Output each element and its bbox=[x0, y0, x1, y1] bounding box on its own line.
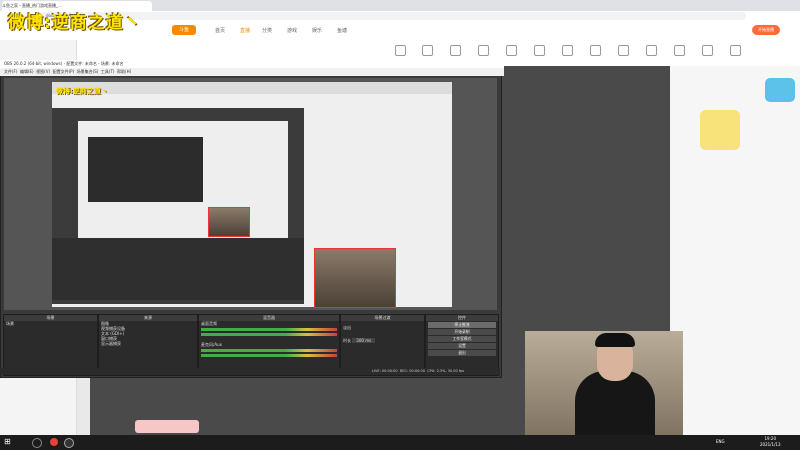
promo-badge[interactable] bbox=[765, 78, 795, 102]
start-recording-button[interactable]: 开始录制 bbox=[428, 329, 496, 335]
menu-item-tools[interactable]: 工具(T) bbox=[101, 69, 115, 74]
streamer-hair bbox=[595, 333, 635, 347]
category-icon[interactable] bbox=[618, 45, 629, 56]
system-clock[interactable]: 19:20 2021/1/13 bbox=[760, 436, 781, 448]
nav-link[interactable]: 娱乐 bbox=[312, 27, 322, 34]
language-indicator[interactable]: ENG bbox=[716, 439, 725, 444]
category-icon[interactable] bbox=[450, 45, 461, 56]
category-icon[interactable] bbox=[730, 45, 741, 56]
menu-item-help[interactable]: 帮助(H) bbox=[117, 69, 131, 74]
recursive-browser-header bbox=[52, 82, 452, 94]
scene-item[interactable]: 场景 bbox=[4, 321, 97, 326]
mixer-channel-label: 桌面音频 bbox=[201, 321, 217, 326]
scenes-dock: 场景 场景 bbox=[3, 314, 98, 376]
settings-button[interactable]: 设置 bbox=[428, 343, 496, 349]
mixer-meter bbox=[201, 333, 337, 336]
inner-weibo-overlay: 微博:逆商之道丶 bbox=[56, 87, 108, 95]
nav-link[interactable]: 首页 bbox=[215, 27, 225, 34]
rec-timer: REC: 00:00:00 bbox=[399, 369, 425, 373]
mascot-image bbox=[700, 110, 740, 150]
controls-header: 控件 bbox=[426, 315, 498, 321]
transitions-dock: 场景过渡 淡出 时长 300 ms bbox=[340, 314, 425, 376]
mixer-channel-label: 麦克风/Aux bbox=[201, 342, 222, 347]
source-item[interactable]: 显示器捕获 bbox=[99, 341, 197, 346]
exit-button[interactable]: 退出 bbox=[428, 350, 496, 356]
clock-date: 2021/1/13 bbox=[760, 442, 781, 447]
menu-item-scene-collection[interactable]: 场景集合(S) bbox=[77, 69, 99, 74]
windows-taskbar bbox=[0, 435, 800, 450]
live-timer: LIVE: 00:00:00 bbox=[372, 369, 398, 373]
category-icon[interactable] bbox=[646, 45, 657, 56]
obs-title-bar: OBS 26.0.2 (64-bit, windows) - 配置文件: 未命名… bbox=[0, 60, 504, 68]
category-icon[interactable] bbox=[702, 45, 713, 56]
duration-row: 时长 300 ms bbox=[341, 338, 424, 343]
nav-link[interactable]: 鱼塘 bbox=[337, 27, 347, 34]
chat-danmu-box bbox=[135, 420, 199, 433]
nav-link[interactable]: 分类 bbox=[262, 27, 272, 34]
controls-dock: 控件 停止推流 开始录制 工作室模式 设置 退出 bbox=[425, 314, 499, 376]
category-icon[interactable] bbox=[674, 45, 685, 56]
menu-item-file[interactable]: 文件(F) bbox=[4, 69, 17, 74]
category-icon[interactable] bbox=[506, 45, 517, 56]
studio-mode-button[interactable]: 工作室模式 bbox=[428, 336, 496, 342]
recursive-obs-capture-2 bbox=[88, 137, 203, 202]
menu-item-edit[interactable]: 编辑(E) bbox=[20, 69, 34, 74]
mixer-meter bbox=[201, 328, 337, 331]
transition-select[interactable]: 淡出 bbox=[341, 325, 424, 330]
mixer-meter bbox=[201, 349, 337, 352]
category-icon[interactable] bbox=[478, 45, 489, 56]
menu-item-profile[interactable]: 配置文件(P) bbox=[53, 69, 75, 74]
cpu-status: CPU: 2.3%, 30.00 fps bbox=[427, 369, 465, 373]
menu-item-view[interactable]: 视图(V) bbox=[36, 69, 50, 74]
inner-webcam-small bbox=[208, 207, 250, 237]
chrome-icon[interactable] bbox=[50, 438, 58, 446]
obs-menu-bar: 文件(F) 编辑(E) 视图(V) 配置文件(P) 场景集合(S) 工具(T) … bbox=[0, 68, 504, 76]
duration-label: 时长 bbox=[343, 338, 351, 343]
weibo-overlay-text: 微博:逆商之道丶 bbox=[8, 13, 142, 33]
site-logo[interactable]: 斗鱼 bbox=[172, 25, 196, 35]
obs-icon[interactable] bbox=[64, 438, 74, 448]
go-live-button[interactable]: 开始直播 bbox=[752, 25, 780, 35]
streamer-webcam bbox=[525, 331, 683, 447]
category-icon[interactable] bbox=[422, 45, 433, 56]
address-input[interactable]: douyu.com/topic/... bbox=[40, 12, 746, 20]
category-icon[interactable] bbox=[534, 45, 545, 56]
search-icon[interactable] bbox=[32, 438, 42, 448]
obs-status-bar: LIVE: 00:00:00 REC: 00:00:00 CPU: 2.3%, … bbox=[0, 368, 500, 375]
category-icon[interactable] bbox=[562, 45, 573, 56]
mixer-meter bbox=[201, 354, 337, 357]
stop-streaming-button[interactable]: 停止推流 bbox=[428, 322, 496, 328]
mixer-dock: 混音器 桌面音频 麦克风/Aux bbox=[198, 314, 340, 376]
category-icon[interactable] bbox=[395, 45, 406, 56]
sources-dock: 来源 图像 视频捕获设备 文本 (GDI+) 窗口捕获 显示器捕获 bbox=[98, 314, 198, 376]
windows-start-icon[interactable]: ⊞ bbox=[4, 438, 12, 446]
inner-webcam bbox=[314, 248, 396, 308]
duration-input[interactable]: 300 ms bbox=[352, 338, 376, 343]
transitions-header: 场景过渡 bbox=[341, 315, 424, 321]
category-icon[interactable] bbox=[590, 45, 601, 56]
recursive-obs-docks bbox=[52, 238, 304, 300]
nav-link[interactable]: 直播 bbox=[240, 27, 250, 34]
nav-link[interactable]: 游戏 bbox=[287, 27, 297, 34]
